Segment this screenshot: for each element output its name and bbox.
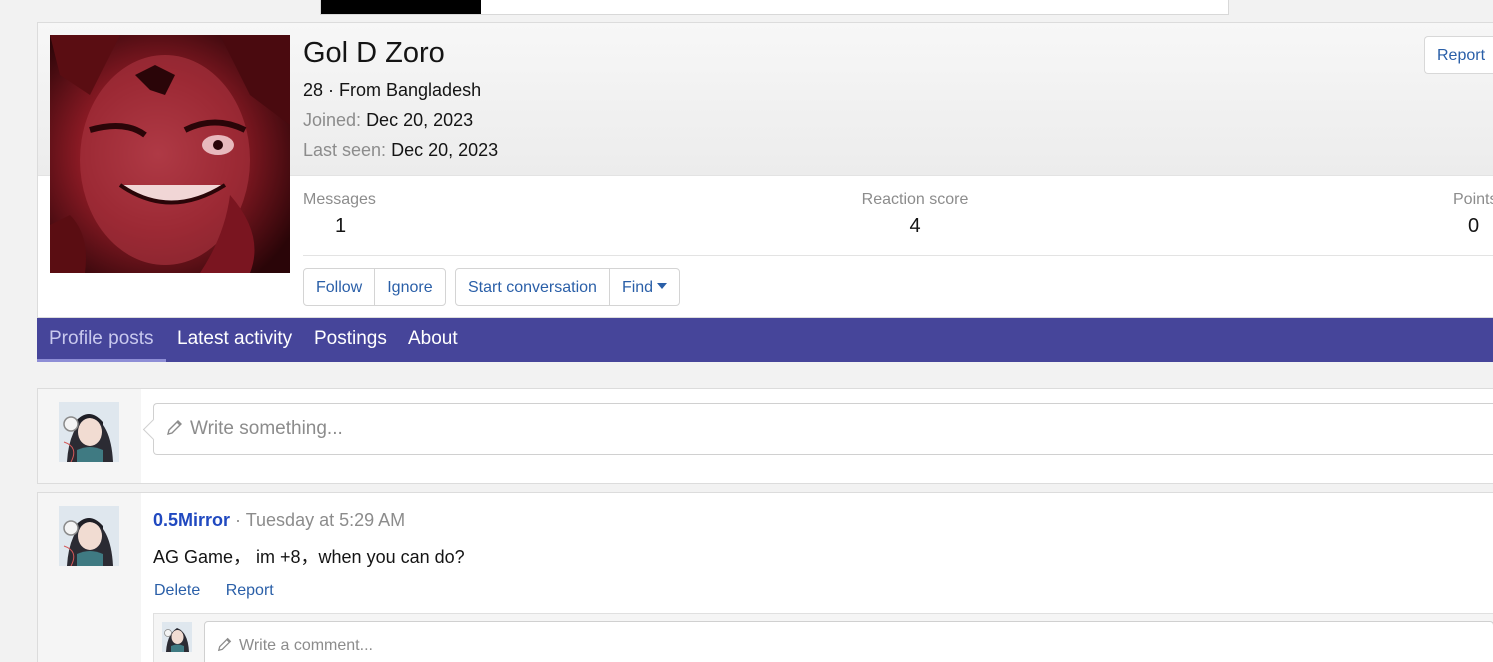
pencil-icon	[166, 418, 184, 442]
last-seen-label: Last seen:	[303, 140, 387, 160]
delete-post-link[interactable]: Delete	[154, 582, 200, 599]
ignore-button[interactable]: Ignore	[375, 269, 444, 305]
stat-label: Points	[1453, 191, 1493, 208]
stat-value: 1	[335, 215, 347, 237]
caret-down-icon	[657, 283, 668, 289]
post-actions: Delete Report	[153, 582, 294, 600]
profile-last-seen: Last seen: Dec 20, 2023	[303, 140, 498, 161]
start-conversation-button[interactable]: Start conversation	[456, 269, 610, 305]
tab-postings[interactable]: Postings	[302, 318, 399, 362]
comment-area: Write a comment...	[153, 613, 1493, 662]
stat-reaction-score[interactable]: Reaction score 4	[860, 191, 970, 238]
conversation-find-group: Start conversation Find	[455, 268, 681, 306]
post-body: AG Game， im +8，when you can do?	[153, 547, 465, 567]
profile-name: Gol D Zoro	[303, 37, 445, 69]
stat-label: Messages	[303, 191, 376, 208]
comment-user-avatar[interactable]	[162, 622, 192, 652]
stat-value: 4	[909, 215, 921, 237]
profile-joined: Joined: Dec 20, 2023	[303, 110, 473, 131]
find-label: Find	[621, 279, 654, 296]
joined-value: Dec 20, 2023	[366, 110, 474, 130]
post-author-avatar[interactable]	[59, 506, 119, 566]
find-button[interactable]: Find	[610, 269, 679, 305]
write-something-input[interactable]: Write something...	[153, 403, 1493, 455]
profile-card: Gol D Zoro 28 · From Bangladesh Joined: …	[37, 22, 1493, 318]
banner-dark-block	[321, 0, 481, 14]
post-meta: 0.5Mirror · Tuesday at 5:29 AM	[153, 510, 405, 531]
profile-age-location: 28 · From Bangladesh	[303, 80, 482, 100]
top-banner	[320, 0, 1229, 15]
stat-messages[interactable]: Messages 1	[303, 191, 376, 238]
joined-label: Joined:	[303, 110, 362, 130]
stat-value: 0	[1468, 215, 1480, 237]
post-timestamp[interactable]: Tuesday at 5:29 AM	[246, 510, 405, 530]
stat-points[interactable]: Points 0	[1453, 191, 1493, 238]
write-comment-input[interactable]: Write a comment...	[204, 621, 1493, 662]
report-post-link[interactable]: Report	[226, 582, 274, 599]
profile-avatar[interactable]	[50, 35, 290, 273]
follow-button[interactable]: Follow	[304, 269, 376, 305]
stat-label: Reaction score	[861, 191, 969, 208]
profile-post: 0.5Mirror · Tuesday at 5:29 AM AG Game， …	[37, 492, 1493, 662]
follow-ignore-group: Follow Ignore	[303, 268, 446, 306]
tab-profile-posts[interactable]: Profile posts	[37, 318, 166, 362]
tab-latest-activity[interactable]: Latest activity	[165, 318, 304, 362]
post-author-link[interactable]: 0.5Mirror	[153, 510, 230, 530]
profile-stats: Messages 1 Reaction score 4 Points 0	[303, 191, 1493, 256]
pencil-icon	[217, 636, 233, 657]
last-seen-value: Dec 20, 2023	[391, 140, 499, 160]
meta-separator: ·	[230, 510, 246, 530]
current-user-avatar[interactable]	[59, 402, 119, 462]
profile-tabs: Profile posts Latest activity Postings A…	[37, 318, 1493, 362]
comment-placeholder: Write a comment...	[239, 637, 373, 654]
tab-about[interactable]: About	[396, 318, 470, 362]
profile-post-composer: Write something...	[37, 388, 1493, 484]
report-profile-button[interactable]: Report	[1424, 36, 1493, 74]
composer-placeholder: Write something...	[190, 418, 343, 439]
